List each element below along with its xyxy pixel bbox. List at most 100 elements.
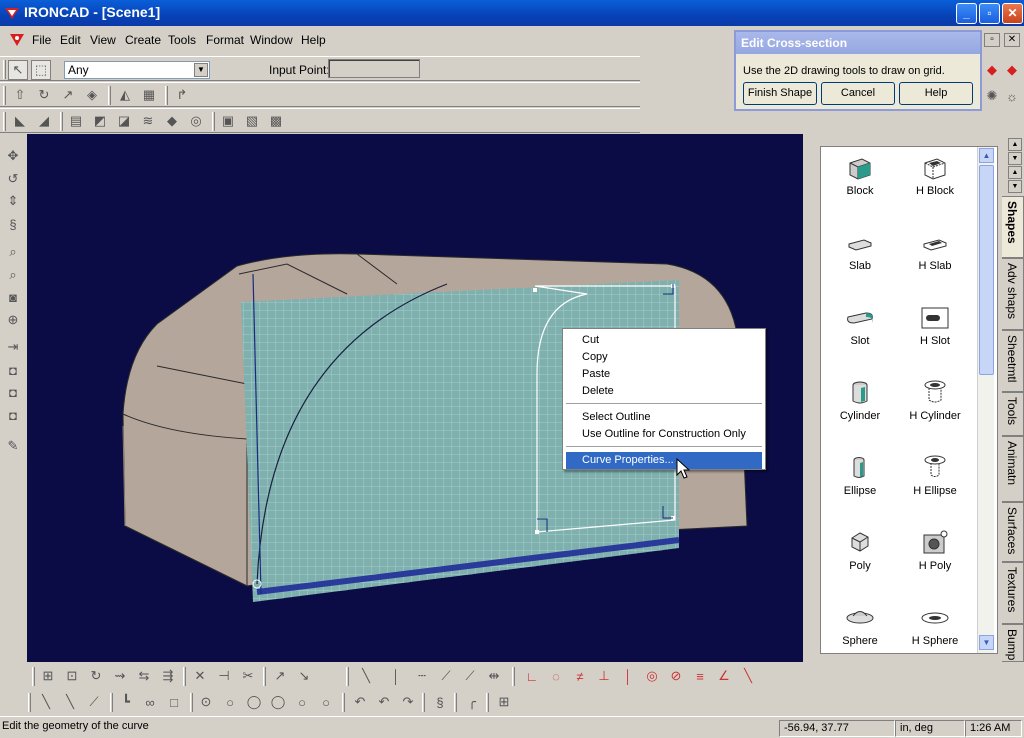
- linear-pattern-icon[interactable]: ⊞: [494, 692, 514, 712]
- shape-item[interactable]: H Slab: [896, 230, 974, 300]
- sketch-plane-icon[interactable]: ⊡: [62, 666, 82, 686]
- loft-icon[interactable]: ◈: [82, 85, 102, 105]
- menu-create[interactable]: Create: [125, 33, 161, 47]
- pattern-icon[interactable]: ▦: [139, 85, 159, 105]
- trim-icon[interactable]: ✕: [190, 666, 210, 686]
- tab-textures[interactable]: Textures: [1002, 562, 1024, 624]
- menu-help[interactable]: Help: [301, 33, 326, 47]
- tab-shapes[interactable]: Shapes: [1002, 196, 1024, 258]
- extend-icon[interactable]: ⊣: [214, 666, 234, 686]
- twist-icon[interactable]: ◆: [162, 111, 182, 131]
- three-point-arc-icon[interactable]: ↶: [374, 692, 394, 712]
- group-icon[interactable]: ▣: [218, 111, 238, 131]
- tangent-line-icon[interactable]: ⟋: [460, 666, 480, 686]
- draft-icon[interactable]: ◩: [90, 111, 110, 131]
- assembly-icon[interactable]: ▩: [266, 111, 286, 131]
- camera-dolly-icon[interactable]: ◘: [3, 405, 23, 425]
- center-circle-icon[interactable]: ⊙: [196, 692, 216, 712]
- tab-bump[interactable]: Bump: [1002, 624, 1024, 662]
- zoom-icon[interactable]: ⌕: [3, 242, 23, 262]
- pan-icon[interactable]: ⇕: [3, 191, 23, 211]
- tab-sheetmetal[interactable]: Sheetmtl: [1002, 330, 1024, 392]
- select-box-icon[interactable]: ⬚: [31, 60, 51, 80]
- lighting-icon[interactable]: ☼: [1002, 86, 1022, 106]
- perp-constraint-icon[interactable]: ⊥: [594, 666, 614, 686]
- menu-delete[interactable]: Delete: [566, 383, 762, 400]
- menu-edit[interactable]: Edit: [60, 33, 81, 47]
- dimension-icon[interactable]: ∟: [522, 666, 542, 686]
- two-point-line-icon[interactable]: ╲: [36, 692, 56, 712]
- camera-look-icon[interactable]: ◘: [3, 382, 23, 402]
- shape-item[interactable]: H Poly: [896, 530, 974, 600]
- menu-select-outline[interactable]: Select Outline: [566, 409, 762, 426]
- bend-icon[interactable]: ◎: [186, 111, 206, 131]
- scroll-thumb[interactable]: [979, 165, 994, 375]
- center-arc-icon[interactable]: ↷: [398, 692, 418, 712]
- perp-line-icon[interactable]: ⇹: [484, 666, 504, 686]
- select-arrow-icon[interactable]: ↖: [8, 60, 28, 80]
- cancel-button[interactable]: Cancel: [821, 82, 895, 105]
- mdi-restore-button[interactable]: ▫: [984, 33, 1000, 47]
- orbit-icon[interactable]: ↺: [3, 169, 23, 189]
- zoom-window-icon[interactable]: ⌕: [3, 265, 23, 285]
- render-icon[interactable]: ✺: [982, 86, 1002, 106]
- help-button[interactable]: Help: [899, 82, 973, 105]
- tab-adv-shapes[interactable]: Adv shaps: [1002, 258, 1024, 330]
- sweep-icon[interactable]: ↗: [58, 85, 78, 105]
- sketch-grid-icon[interactable]: ⊞: [38, 666, 58, 686]
- shape-item[interactable]: H Cylinder: [896, 380, 974, 450]
- input-point-field[interactable]: [328, 59, 420, 78]
- circle-tangent-icon[interactable]: ○: [316, 692, 336, 712]
- perpendicular-icon[interactable]: ↘: [294, 666, 314, 686]
- menu-window[interactable]: Window: [250, 33, 293, 47]
- edit-icon[interactable]: ✎: [3, 436, 23, 456]
- blend-icon[interactable]: ◣: [10, 111, 30, 131]
- mirror-icon[interactable]: ⇆: [134, 666, 154, 686]
- tangent-arc-icon[interactable]: ⟋: [84, 692, 104, 712]
- corner-icon[interactable]: ┗: [116, 692, 136, 712]
- break-icon[interactable]: ✂: [238, 666, 258, 686]
- horizontal-line-icon[interactable]: ┄: [412, 666, 432, 686]
- deform-icon[interactable]: ≋: [138, 111, 158, 131]
- camera-icon[interactable]: ◙: [3, 287, 23, 307]
- material-icon[interactable]: ◆: [1002, 60, 1022, 80]
- close-button[interactable]: ✕: [1002, 3, 1023, 24]
- tangent-constraint-icon[interactable]: ⊘: [666, 666, 686, 686]
- catalog-scrollbar[interactable]: ▲ ▼: [977, 147, 994, 653]
- menu-cut[interactable]: Cut: [566, 332, 762, 349]
- tab-tools[interactable]: Tools: [1002, 392, 1024, 436]
- color-icon[interactable]: ◆: [982, 60, 1002, 80]
- menu-copy[interactable]: Copy: [566, 349, 762, 366]
- move-icon[interactable]: ✥: [3, 146, 23, 166]
- shape-item[interactable]: Block: [821, 155, 899, 225]
- vertical-line-icon[interactable]: │: [386, 666, 406, 686]
- chamfer-icon[interactable]: ◢: [34, 111, 54, 131]
- shape-item[interactable]: Slab: [821, 230, 899, 300]
- shape-item[interactable]: H Slot: [896, 305, 974, 375]
- rectangle-icon[interactable]: □: [164, 692, 184, 712]
- menu-file[interactable]: File: [32, 33, 51, 47]
- three-point-circle-icon[interactable]: ◯: [244, 692, 264, 712]
- tangent-circle-icon[interactable]: ◯: [268, 692, 288, 712]
- tab-surfaces[interactable]: Surfaces: [1002, 502, 1024, 562]
- scroll-down-icon[interactable]: ▼: [979, 635, 994, 650]
- shell-icon[interactable]: ▤: [66, 111, 86, 131]
- menu-tools[interactable]: Tools: [168, 33, 196, 47]
- equal-icon[interactable]: ≡: [690, 666, 710, 686]
- chevron-down-icon[interactable]: ▼: [194, 63, 208, 77]
- menu-curve-properties[interactable]: Curve Properties...: [566, 452, 762, 469]
- shape-item[interactable]: Ellipse: [821, 455, 899, 525]
- maximize-button[interactable]: ▫: [979, 3, 1000, 24]
- minimize-button[interactable]: _: [956, 3, 977, 24]
- shape-item[interactable]: H Block: [896, 155, 974, 225]
- two-point-circle-icon[interactable]: ○: [220, 692, 240, 712]
- offset-icon[interactable]: ⇶: [158, 666, 178, 686]
- show-curve-icon[interactable]: ⇝: [110, 666, 130, 686]
- chain-icon[interactable]: ∞: [140, 692, 160, 712]
- selection-filter-dropdown[interactable]: Any ▼: [64, 61, 210, 79]
- ungroup-icon[interactable]: ▧: [242, 111, 262, 131]
- fillet-icon[interactable]: ╭: [462, 692, 482, 712]
- shape-item[interactable]: Slot: [821, 305, 899, 375]
- arc-icon[interactable]: ↶: [350, 692, 370, 712]
- concentric-icon[interactable]: ◎: [642, 666, 662, 686]
